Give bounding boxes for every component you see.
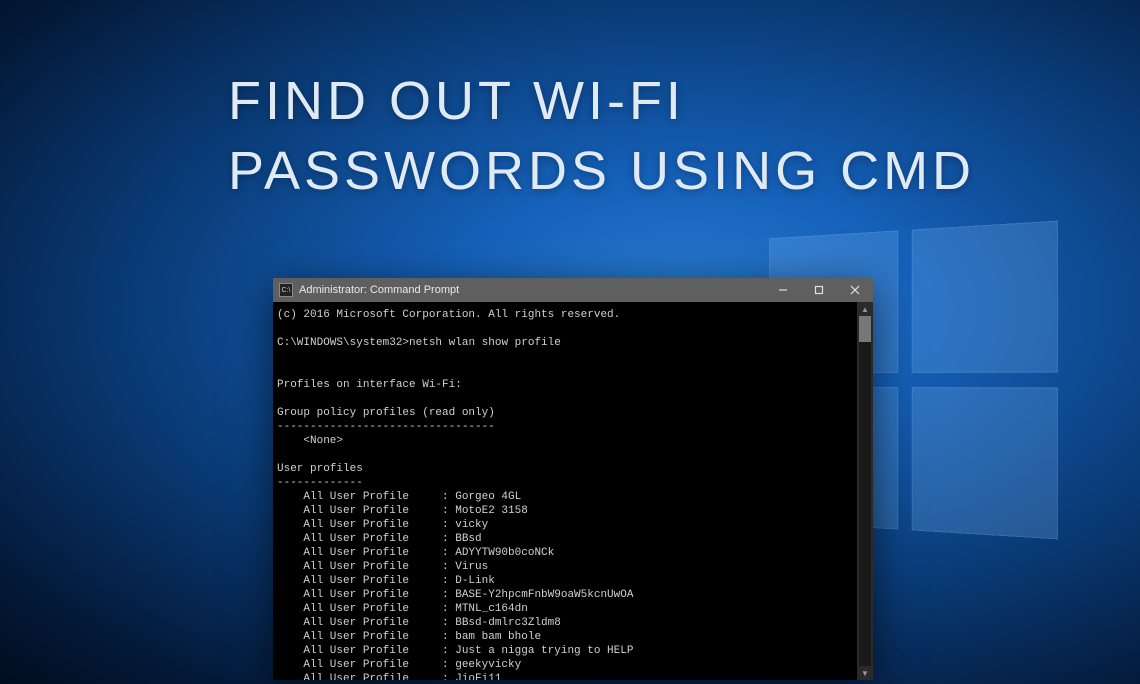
cmd-window: C:\ Administrator: Command Prompt (c) 20… [273,278,873,680]
cmd-icon: C:\ [279,283,293,297]
close-icon [850,285,860,295]
section-group: Group policy profiles (read only) [277,407,495,419]
group-none: <None> [277,435,343,447]
maximize-button[interactable] [801,278,837,302]
section-user: User profiles [277,463,363,475]
minimize-icon [778,285,788,295]
copyright-line: (c) 2016 Microsoft Corporation. All righ… [277,309,620,321]
scroll-down-arrow-icon[interactable]: ▼ [857,666,873,680]
scroll-track[interactable] [859,316,871,666]
scroll-thumb[interactable] [859,316,871,342]
cmd-body: (c) 2016 Microsoft Corporation. All righ… [273,302,873,680]
maximize-icon [814,285,824,295]
group-dashes: --------------------------------- [277,421,495,433]
minimize-button[interactable] [765,278,801,302]
section-interface: Profiles on interface Wi-Fi: [277,379,462,391]
scroll-up-arrow-icon[interactable]: ▲ [857,302,873,316]
profiles-list: All User Profile : Gorgeo 4GL All User P… [277,491,633,680]
cmd-output[interactable]: (c) 2016 Microsoft Corporation. All righ… [273,302,873,680]
prompt-path: C:\WINDOWS\system32> [277,336,409,350]
window-title: Administrator: Command Prompt [299,284,765,296]
hero-title: FIND OUT WI-FIPASSWORDS USING CMD [228,66,975,206]
close-button[interactable] [837,278,873,302]
scrollbar[interactable]: ▲ ▼ [857,302,873,680]
prompt-command: netsh wlan show profile [409,336,561,350]
titlebar[interactable]: C:\ Administrator: Command Prompt [273,278,873,302]
user-dashes: ------------- [277,477,363,489]
